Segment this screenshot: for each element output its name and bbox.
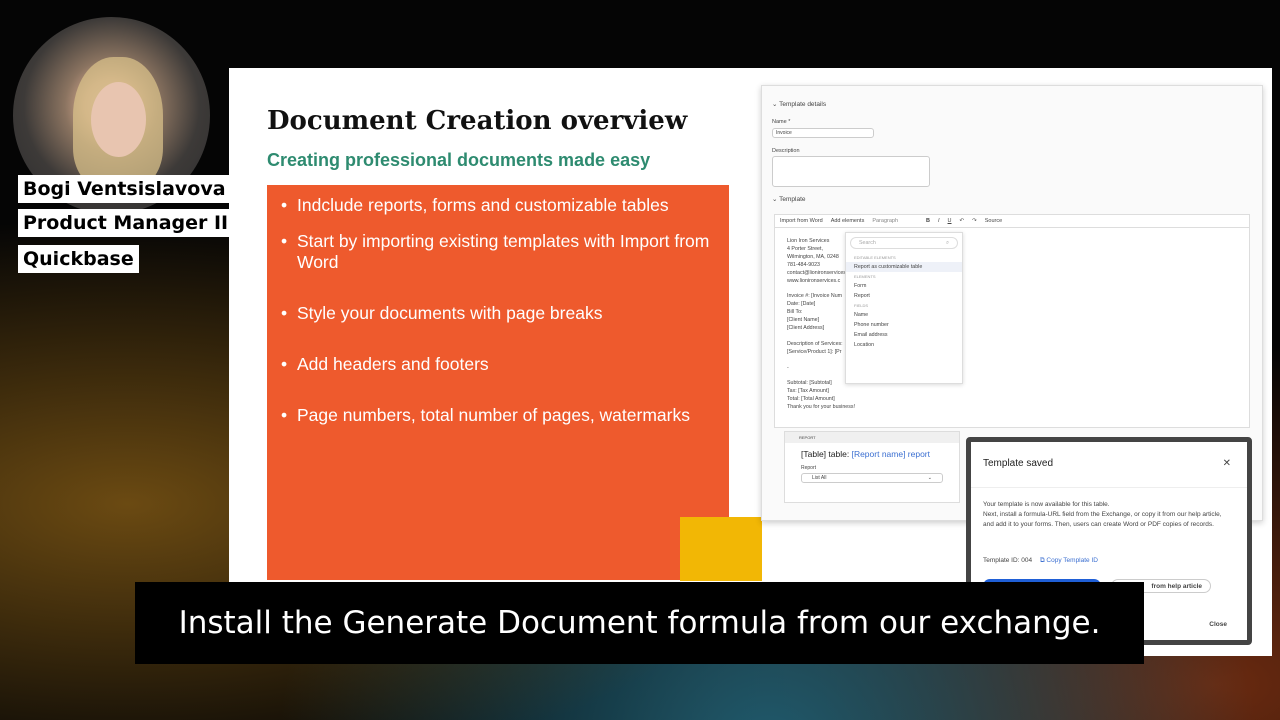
source-button[interactable]: Source: [985, 218, 1002, 224]
copy-icon: ⧉: [1039, 557, 1045, 564]
report-tag: REPORT: [785, 432, 959, 443]
editor-toolbar: Import from Word Add elements Paragraph …: [774, 214, 1250, 228]
description-input[interactable]: [772, 156, 930, 187]
editable-header: EDITABLE ELEMENTS: [854, 255, 896, 260]
subtitle-caption: Install the Generate Document formula fr…: [135, 582, 1144, 664]
menu-item-field[interactable]: Name: [846, 310, 962, 320]
section-template-details[interactable]: ⌄ Template details: [772, 100, 826, 108]
dialog-title: Template saved: [983, 458, 1054, 469]
presenter-name: Bogi Ventsislavova: [18, 175, 231, 203]
report-heading: [Table] table:: [801, 449, 850, 459]
menu-item-report[interactable]: Report: [846, 291, 962, 301]
report-label: Report: [801, 465, 817, 471]
italic-icon[interactable]: I: [938, 218, 940, 224]
underline-icon[interactable]: U: [948, 218, 952, 224]
menu-item-field[interactable]: Location: [846, 340, 962, 350]
add-elements-button[interactable]: Add elements: [831, 218, 865, 224]
slide-title: Document Creation overview: [267, 106, 688, 136]
dialog-body-line: Your template is now available for this …: [983, 501, 1110, 508]
slide-subtitle: Creating professional documents made eas…: [267, 150, 651, 170]
bold-icon[interactable]: B: [926, 218, 930, 224]
undo-icon[interactable]: ↶: [960, 218, 965, 224]
bullet: Start by importing existing templates wi…: [281, 231, 715, 273]
bullet: Style your documents with page breaks: [281, 303, 715, 324]
bullet: Add headers and footers: [281, 354, 715, 375]
bullet-list: Indclude reports, forms and customizable…: [267, 185, 729, 580]
menu-item-report-table[interactable]: Report as customizable table: [846, 262, 962, 272]
menu-item-form[interactable]: Form: [846, 281, 962, 291]
report-block: REPORT [Table] table: [Report name] repo…: [784, 431, 960, 503]
dialog-body-text: Next, install a formula-URL field from t…: [983, 511, 1222, 528]
template-id: Template ID: 004: [983, 557, 1033, 564]
elements-header: ELEMENTS: [854, 274, 876, 279]
import-from-word-button[interactable]: Import from Word: [780, 218, 823, 224]
editor-area[interactable]: Lion Iron Services 4 Porter Street, Wilm…: [774, 228, 1250, 428]
presenter-company: Quickbase: [18, 245, 139, 273]
presentation-slide: Document Creation overview Creating prof…: [229, 68, 1272, 656]
name-label: Name *: [772, 119, 791, 125]
close-button[interactable]: Close: [1209, 621, 1227, 628]
report-name-link[interactable]: [Report name] report: [852, 449, 930, 459]
paragraph-select[interactable]: Paragraph: [872, 218, 898, 224]
description-label: Description: [772, 148, 800, 154]
report-select[interactable]: List All ⌄: [801, 473, 943, 483]
menu-item-field[interactable]: Email address: [846, 330, 962, 340]
menu-item-field[interactable]: Phone number: [846, 320, 962, 330]
section-template[interactable]: ⌄ Template: [772, 195, 806, 203]
fields-header: FIELDS: [854, 303, 869, 308]
search-icon: ⌕: [946, 240, 949, 246]
decorative-block: [680, 517, 762, 581]
dropdown-search[interactable]: Search ⌕: [850, 237, 958, 249]
add-elements-dropdown: Search ⌕ EDITABLE ELEMENTS Report as cust…: [845, 232, 963, 384]
name-input[interactable]: Invoice: [772, 128, 874, 138]
copy-template-id-button[interactable]: ⧉ Copy Template ID: [1040, 557, 1098, 564]
redo-icon[interactable]: ↷: [972, 218, 977, 224]
presenter-role: Product Manager II: [18, 209, 234, 237]
bullet: Indclude reports, forms and customizable…: [281, 195, 715, 216]
close-icon[interactable]: ✕: [1223, 458, 1231, 469]
bullet: Page numbers, total number of pages, wat…: [281, 405, 715, 426]
